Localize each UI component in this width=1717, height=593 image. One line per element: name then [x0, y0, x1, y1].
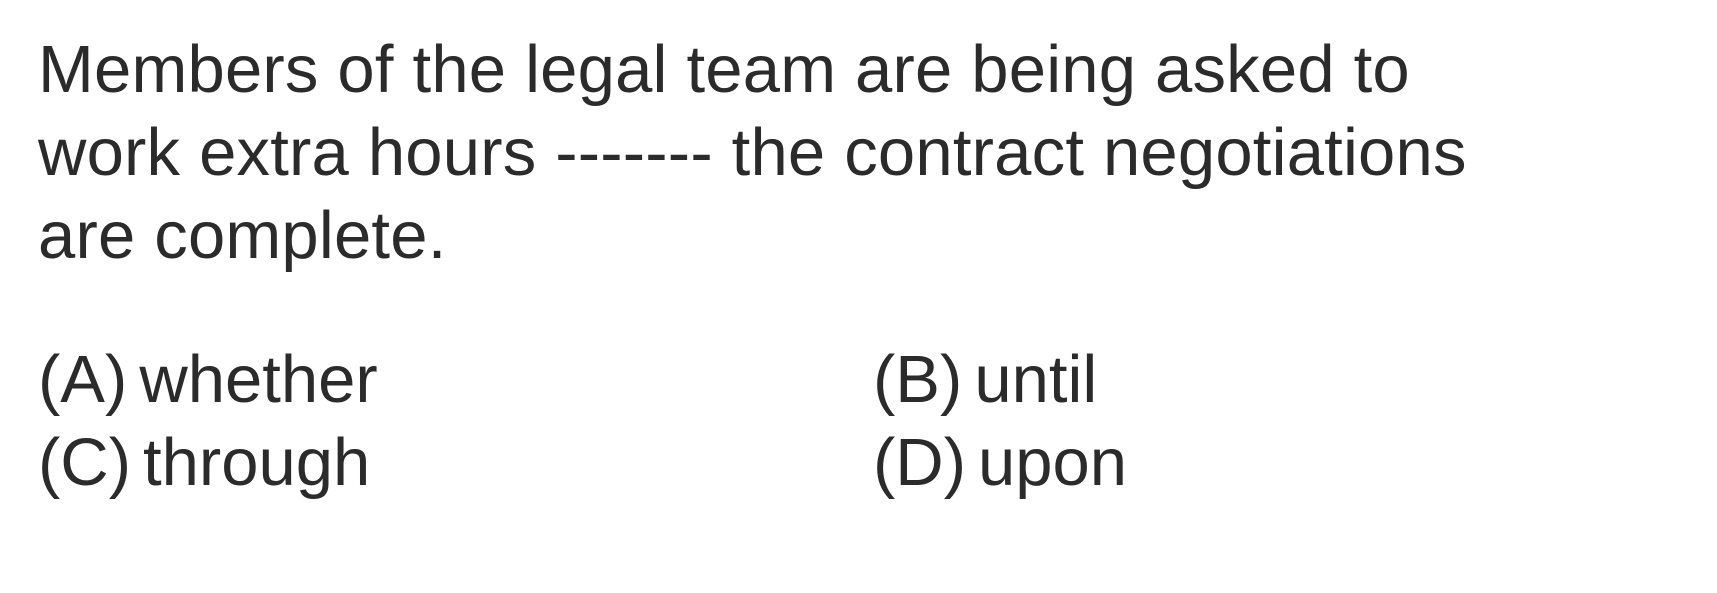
- question-line-3: are complete.: [38, 198, 447, 273]
- answer-options: (A) whether (B) until (C) through (D) upon: [38, 338, 1678, 504]
- options-row-1: (A) whether (B) until: [38, 338, 1678, 421]
- options-row-2: (C) through (D) upon: [38, 421, 1678, 504]
- option-d-letter: (D): [873, 425, 967, 500]
- question-card: Members of the legal team are being aske…: [0, 0, 1717, 593]
- option-c-text: through: [143, 425, 371, 500]
- option-a[interactable]: (A) whether: [38, 338, 378, 421]
- option-a-letter: (A): [38, 342, 128, 417]
- option-b[interactable]: (B) until: [873, 338, 1097, 421]
- option-c[interactable]: (C) through: [38, 421, 370, 504]
- option-b-letter: (B): [873, 342, 963, 417]
- option-d[interactable]: (D) upon: [873, 421, 1127, 504]
- option-a-text: whether: [139, 342, 378, 417]
- question-text: Members of the legal team are being aske…: [38, 28, 1717, 277]
- option-d-text: upon: [978, 425, 1128, 500]
- question-line-1: Members of the legal team are being aske…: [38, 32, 1410, 107]
- question-line-2: work extra hours ------- the contract ne…: [38, 115, 1467, 190]
- option-c-letter: (C): [38, 425, 132, 500]
- option-b-text: until: [974, 342, 1098, 417]
